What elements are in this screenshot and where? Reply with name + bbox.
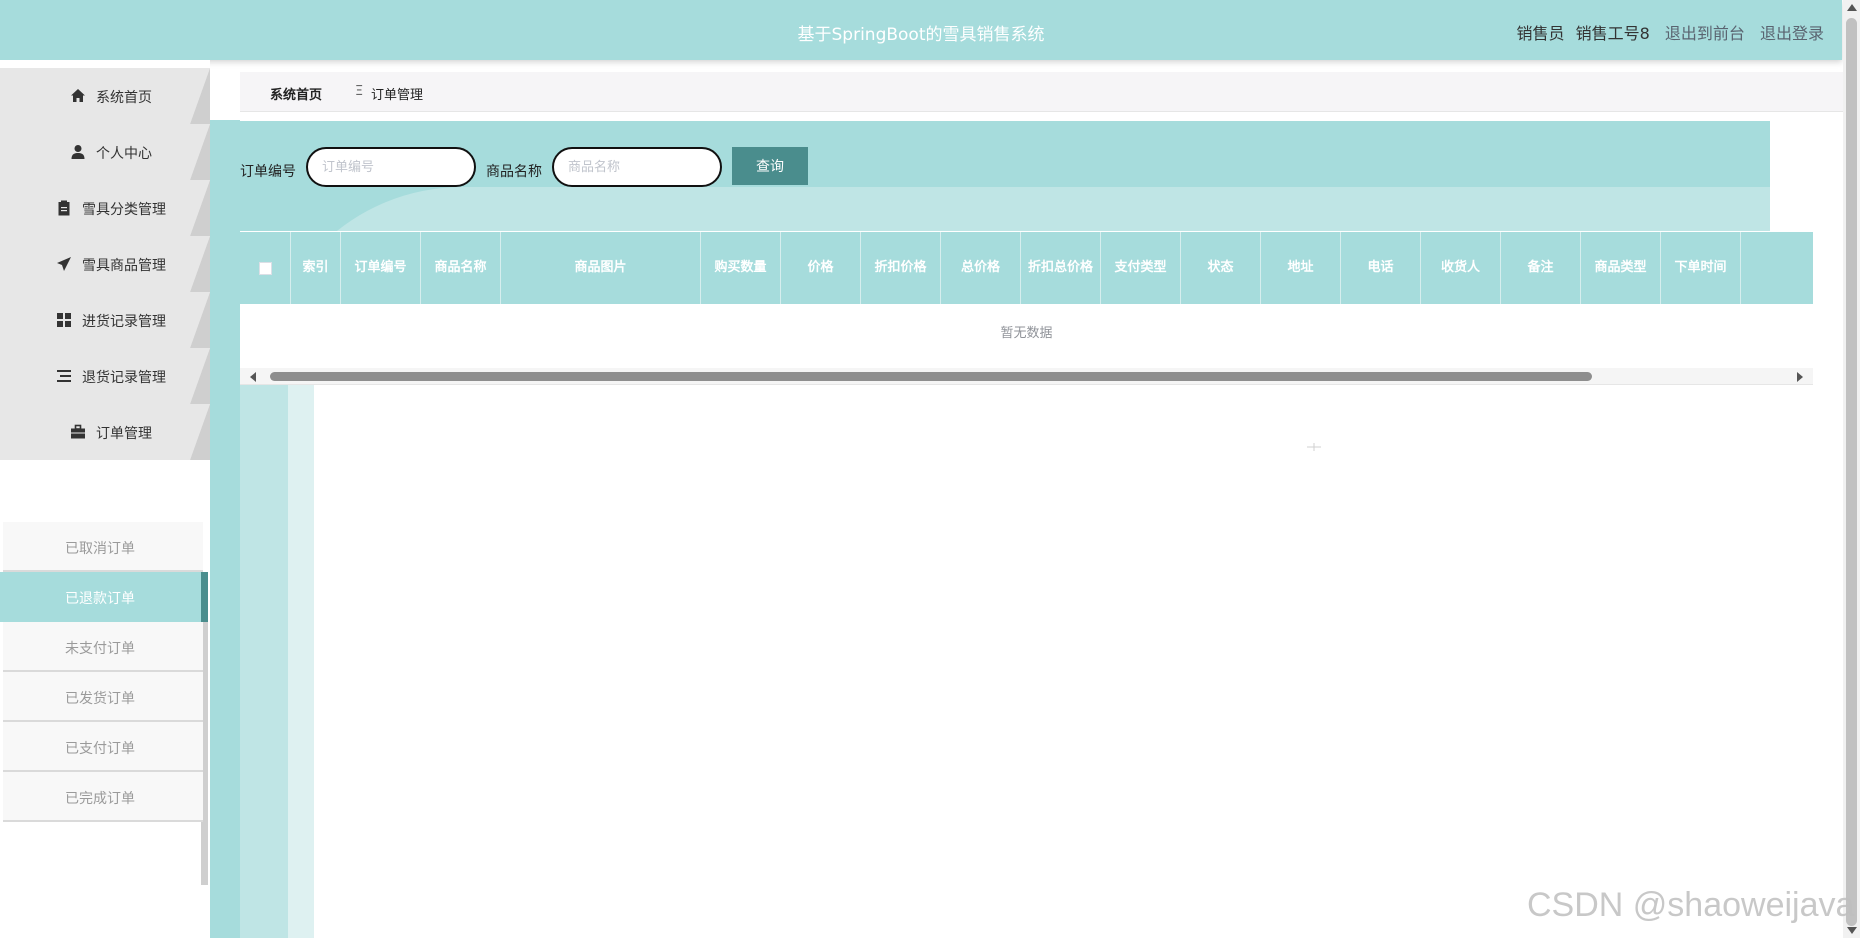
sidebar-item-products[interactable]: 雪具商品管理	[0, 236, 210, 292]
scroll-right-arrow-icon[interactable]	[1797, 372, 1803, 382]
search-panel: 订单编号 商品名称 查询	[210, 121, 1770, 231]
submenu-item-unpaid[interactable]: 未支付订单	[3, 622, 203, 672]
grid-icon	[57, 313, 71, 327]
column-header: 电话	[1341, 232, 1421, 304]
table-horizontal-scrollbar[interactable]	[240, 368, 1813, 385]
submenu-item-shipped[interactable]: 已发货订单	[3, 672, 203, 722]
submenu-item-paid[interactable]: 已支付订单	[3, 722, 203, 772]
breadcrumb-separator-icon: Ξ	[355, 84, 364, 99]
submenu-item-completed[interactable]: 已完成订单	[3, 772, 203, 822]
sidebar-item-returns[interactable]: 退货记录管理	[0, 348, 210, 404]
submenu-item-label: 已退款订单	[65, 591, 135, 607]
sidebar-item-label: 系统首页	[96, 90, 152, 106]
page-scrollbar-thumb[interactable]	[1846, 18, 1857, 926]
breadcrumb-current: 订单管理	[371, 88, 424, 103]
product-name-input[interactable]	[552, 147, 722, 187]
sidebar-item-label: 个人中心	[96, 146, 152, 162]
active-marker	[201, 572, 208, 622]
back-to-front-link[interactable]: 退出到前台	[1665, 24, 1745, 43]
sidebar-item-orders[interactable]: 订单管理	[0, 404, 210, 460]
submenu-item-label: 未支付订单	[65, 641, 135, 657]
decor-column-band	[288, 385, 314, 938]
home-icon	[71, 89, 85, 102]
column-header: 支付类型	[1101, 232, 1181, 304]
briefcase-icon	[71, 424, 85, 439]
order-no-label: 订单编号	[240, 164, 296, 180]
user-name: 销售工号8	[1575, 24, 1650, 43]
submenu-item-label: 已取消订单	[65, 541, 135, 557]
column-header: 价格	[781, 232, 861, 304]
sidebar-item-purchase[interactable]: 进货记录管理	[0, 292, 210, 348]
sidebar: 系统首页 个人中心 雪具分类管理 雪具商品管理 进货记录管理 退货记录管理 订单…	[0, 60, 210, 938]
decor-curve	[262, 187, 1770, 231]
list-icon	[57, 370, 71, 382]
column-header: 索引	[291, 232, 341, 304]
logout-link[interactable]: 退出登录	[1760, 24, 1824, 43]
select-all-header	[240, 232, 291, 304]
column-header: 折扣总价格	[1021, 232, 1101, 304]
loading-spinner-icon	[1307, 443, 1321, 451]
column-header: 下单时间	[1661, 232, 1741, 304]
breadcrumb: 系统首页 Ξ 订单管理	[240, 72, 1843, 112]
empty-state-text: 暂无数据	[1000, 326, 1053, 341]
scroll-up-arrow-icon[interactable]	[1847, 4, 1857, 11]
product-name-label: 商品名称	[486, 164, 542, 180]
user-role: 销售员	[1516, 24, 1565, 43]
column-header: 商品名称	[421, 232, 501, 304]
orders-table: 索引 订单编号 商品名称 商品图片 购买数量 价格 折扣价格 总价格 折扣总价格…	[240, 232, 1813, 385]
column-header: 总价格	[941, 232, 1021, 304]
sidebar-item-label: 退货记录管理	[82, 370, 166, 386]
order-no-input[interactable]	[306, 147, 476, 187]
send-icon	[57, 257, 71, 271]
submenu-item-label: 已支付订单	[65, 741, 135, 757]
column-header: 状态	[1181, 232, 1261, 304]
page-scrollbar[interactable]	[1843, 0, 1860, 938]
column-header: 订单编号	[341, 232, 421, 304]
submenu-item-label: 已完成订单	[65, 791, 135, 807]
column-header: 购买数量	[701, 232, 781, 304]
sidebar-item-label: 雪具分类管理	[82, 202, 166, 218]
column-header: 商品图片	[501, 232, 701, 304]
user-area: 销售员 销售工号8 退出到前台 退出登录	[1510, 20, 1824, 44]
table-scrollbar-thumb[interactable]	[270, 372, 1592, 381]
sidebar-item-label: 雪具商品管理	[82, 258, 166, 274]
clipboard-icon	[58, 200, 70, 216]
column-header: 收货人	[1421, 232, 1501, 304]
column-header: 地址	[1261, 232, 1341, 304]
column-header: 商品类型	[1581, 232, 1661, 304]
scroll-left-arrow-icon[interactable]	[250, 372, 256, 382]
sidebar-item-label: 订单管理	[96, 426, 152, 442]
breadcrumb-home[interactable]: 系统首页	[270, 84, 322, 103]
main-content: 系统首页 Ξ 订单管理 订单编号 商品名称 查询 索引 订单编号 商品名称 商品…	[210, 60, 1843, 938]
submenu-item-refunded[interactable]: 已退款订单	[0, 572, 208, 622]
select-all-checkbox[interactable]	[258, 261, 272, 275]
watermark: CSDN @shaoweijava	[1527, 886, 1855, 924]
column-header: 折扣价格	[861, 232, 941, 304]
decor-band	[210, 120, 240, 938]
sidebar-item-profile[interactable]: 个人中心	[0, 124, 210, 180]
sidebar-item-home[interactable]: 系统首页	[0, 68, 210, 124]
scroll-down-arrow-icon[interactable]	[1847, 927, 1857, 934]
top-header: 基于SpringBoot的雪具销售系统 销售员 销售工号8 退出到前台 退出登录	[0, 0, 1842, 60]
user-icon	[71, 145, 85, 159]
submenu-item-cancelled[interactable]: 已取消订单	[3, 522, 203, 572]
submenu-item-label: 已发货订单	[65, 691, 135, 707]
decor-column-band	[240, 385, 288, 938]
query-button[interactable]: 查询	[732, 147, 808, 185]
column-header: 备注	[1501, 232, 1581, 304]
sidebar-item-category[interactable]: 雪具分类管理	[0, 180, 210, 236]
table-header: 索引 订单编号 商品名称 商品图片 购买数量 价格 折扣价格 总价格 折扣总价格…	[240, 232, 1813, 304]
sidebar-item-label: 进货记录管理	[82, 314, 166, 330]
